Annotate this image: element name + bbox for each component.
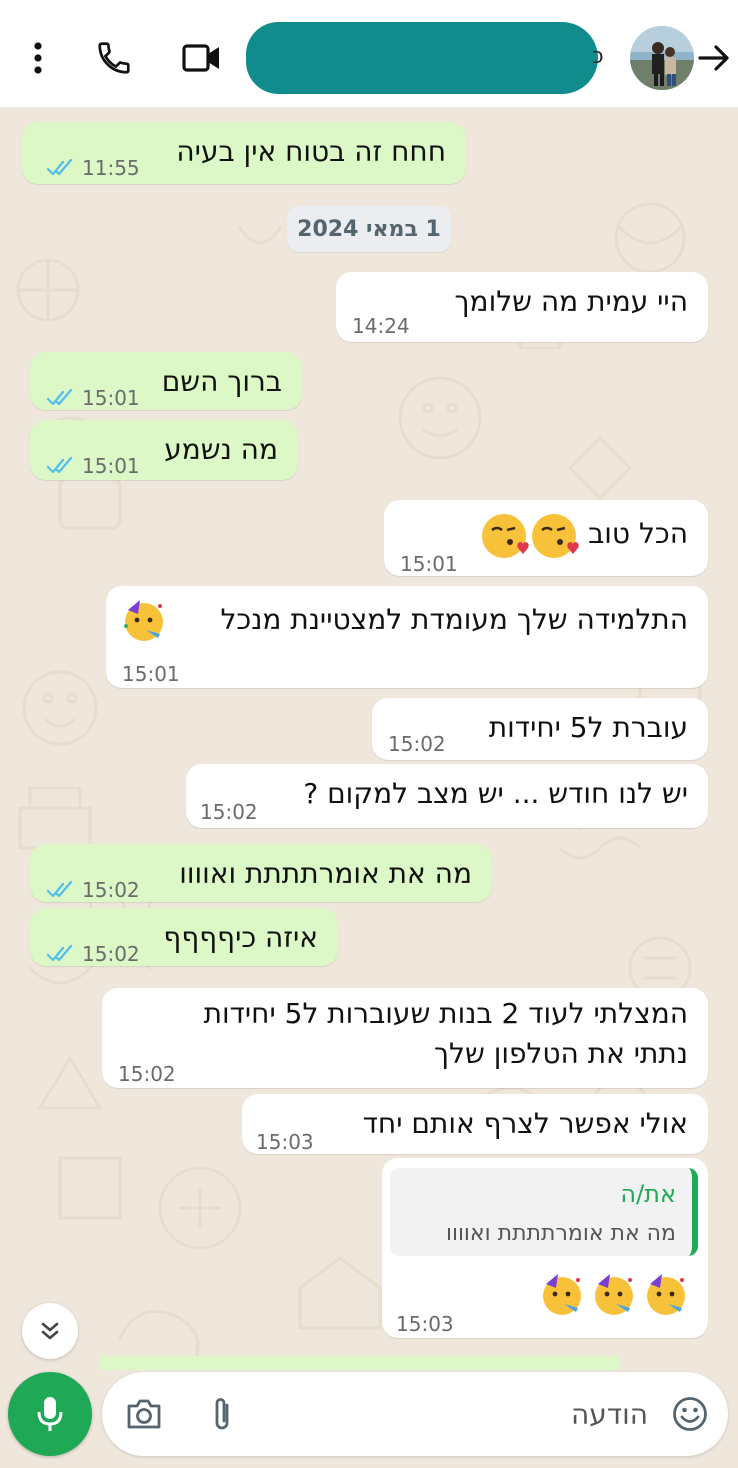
message-text: אולי אפשר לצרף אותם יחד (362, 1107, 688, 1140)
microphone-icon (37, 1397, 63, 1431)
message-text-line-1: המצלתי לעוד 2 בנות שעוברות ל5 יחידות (203, 997, 688, 1030)
avatar[interactable] (630, 26, 694, 90)
message-time: 15:02 (82, 942, 140, 966)
message-time: 15:01 (400, 552, 458, 576)
message-text: התלמידה שלך מעומדת למצטיינת מנכל (220, 603, 688, 636)
message-bubble-incoming[interactable]: יש לנו חודש ... יש מצב למקום ? 15:02 (186, 764, 708, 828)
message-text: איזה כיףףףף (163, 921, 318, 954)
message-time: 14:24 (352, 314, 410, 338)
contact-name[interactable]: כ (592, 44, 604, 69)
read-receipt-icon (46, 945, 73, 962)
date-separator: 1 במאי 2024 (287, 206, 451, 252)
partying-face-icon (536, 1268, 696, 1320)
message-bubble-incoming[interactable]: היי עמית מה שלומך 14:24 (336, 272, 708, 342)
message-bubble-incoming[interactable]: עוברת ל5 יחידות 15:02 (372, 698, 708, 760)
message-bubble-outgoing[interactable]: חחח זה בטוח אין בעיה 11:55 (22, 122, 466, 184)
message-text: ברוך השם (161, 365, 282, 398)
message-bubble-incoming[interactable]: המצלתי לעוד 2 בנות שעוברות ל5 יחידות נתת… (102, 988, 708, 1088)
partial-message-bubble (100, 1356, 620, 1370)
phone-icon[interactable] (94, 38, 134, 78)
message-time: 15:01 (122, 662, 180, 686)
message-bubble-outgoing[interactable]: מה נשמע 15:01 (30, 420, 298, 480)
paperclip-icon[interactable] (202, 1394, 242, 1434)
scroll-to-bottom-button[interactable] (22, 1303, 78, 1359)
chat-header: כ (0, 0, 738, 108)
contact-name-redacted[interactable] (246, 22, 598, 94)
message-text: יש לנו חודש ... יש מצב למקום ? (303, 777, 688, 810)
message-bubble-outgoing[interactable]: ברוך השם 15:01 (30, 352, 302, 410)
message-bubble-outgoing[interactable]: מה את אומרתתתת ואוווו 15:02 (30, 844, 492, 902)
message-text: היי עמית מה שלומך (454, 285, 688, 318)
message-bubble-incoming[interactable]: אולי אפשר לצרף אותם יחד 15:03 (242, 1094, 708, 1154)
message-time: 15:02 (200, 800, 258, 824)
double-chevron-down-icon (41, 1322, 59, 1340)
message-input[interactable] (318, 1392, 648, 1436)
message-time: 15:01 (82, 386, 140, 410)
message-time: 15:01 (82, 454, 140, 478)
quoted-text: מה את אומרתתתת ואוווו (445, 1221, 676, 1246)
message-text: הכל טוב (588, 517, 688, 550)
emoji-icon[interactable] (670, 1394, 710, 1434)
message-text: מה את אומרתתתת ואוווו (179, 857, 472, 890)
message-text-line-2: נתתי את הטלפון שלך (434, 1037, 688, 1070)
message-text: חחח זה בטוח אין בעיה (176, 135, 446, 168)
message-text: עוברת ל5 יחידות (488, 711, 688, 744)
read-receipt-icon (46, 457, 73, 474)
chat-area[interactable]: חחח זה בטוח אין בעיה 11:55 1 במאי 2024 ה… (0, 108, 738, 1468)
message-bubble-outgoing[interactable]: איזה כיףףףף 15:02 (30, 908, 338, 966)
message-time: 15:02 (118, 1062, 176, 1086)
face-blowing-kiss-icon (480, 510, 580, 562)
video-camera-icon[interactable] (182, 38, 222, 78)
message-bubble-incoming[interactable]: הכל טוב 15:01 (384, 500, 708, 576)
quoted-message[interactable]: את/ה מה את אומרתתתת ואוווו (390, 1168, 698, 1256)
message-time: 15:02 (82, 878, 140, 902)
read-receipt-icon (46, 881, 73, 898)
message-bubble-incoming[interactable]: התלמידה שלך מעומדת למצטיינת מנכל 15:01 (106, 586, 708, 688)
arrow-back-icon[interactable] (696, 40, 732, 76)
read-receipt-icon (46, 389, 73, 406)
more-vert-icon[interactable] (18, 38, 58, 78)
message-time: 15:02 (388, 732, 446, 756)
message-text: מה נשמע (164, 433, 278, 466)
camera-icon[interactable] (124, 1394, 164, 1434)
message-time: 15:03 (256, 1130, 314, 1154)
composer-bar (102, 1372, 728, 1456)
read-receipt-icon (46, 159, 73, 176)
microphone-button[interactable] (8, 1372, 92, 1456)
message-bubble-incoming-reply[interactable]: את/ה מה את אומרתתתת ואוווו 15:03 (382, 1158, 708, 1338)
partying-face-icon (120, 596, 168, 644)
message-time: 15:03 (396, 1312, 454, 1336)
message-time: 11:55 (82, 156, 140, 180)
quoted-author: את/ה (620, 1180, 676, 1208)
